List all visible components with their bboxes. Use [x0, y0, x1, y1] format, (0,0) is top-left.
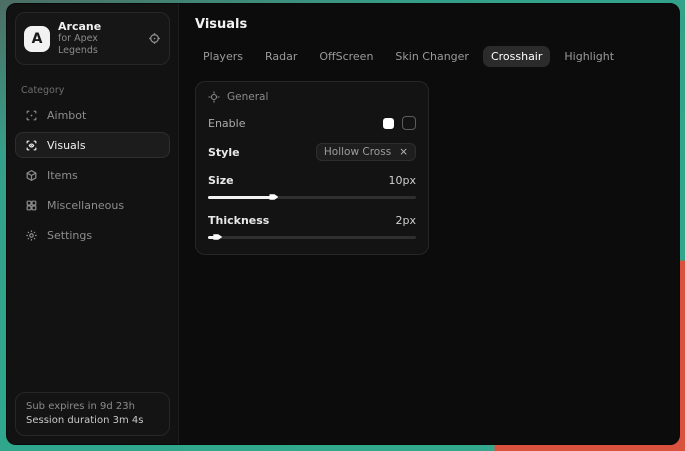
brand-title: Arcane	[58, 20, 140, 33]
main-panel: Visuals Players Radar OffScreen Skin Cha…	[179, 4, 679, 444]
size-row: Size 10px	[208, 174, 416, 187]
general-settings-card: General Enable Style Hollow Cross ×	[195, 81, 429, 255]
sidebar-item-miscellaneous[interactable]: Miscellaneous	[15, 192, 170, 218]
sidebar-item-items[interactable]: Items	[15, 162, 170, 188]
eye-scan-icon	[25, 139, 38, 152]
desktop-background: A Arcane for Apex Legends Category	[0, 0, 685, 451]
sidebar-item-label: Aimbot	[47, 109, 86, 122]
sidebar-nav: Aimbot Visuals Items Miscellaneous	[7, 102, 178, 248]
sub-expires-text: Sub expires in 9d 23h	[26, 400, 159, 414]
enable-checkbox[interactable]	[402, 116, 416, 130]
style-tag[interactable]: Hollow Cross ×	[316, 143, 416, 161]
subscription-status-box: Sub expires in 9d 23h Session duration 3…	[15, 392, 170, 436]
thickness-row: Thickness 2px	[208, 214, 416, 227]
sidebar-item-aimbot[interactable]: Aimbot	[15, 102, 170, 128]
session-duration-text: Session duration 3m 4s	[26, 414, 159, 428]
package-icon	[25, 169, 38, 182]
tab-bar: Players Radar OffScreen Skin Changer Cro…	[195, 46, 663, 67]
brand-header: A Arcane for Apex Legends	[15, 12, 170, 65]
scan-crosshair-icon	[25, 109, 38, 122]
brand-text: Arcane for Apex Legends	[58, 20, 140, 57]
size-label: Size	[208, 174, 234, 187]
sidebar-item-label: Visuals	[47, 139, 86, 152]
tab-skin-changer[interactable]: Skin Changer	[387, 46, 477, 67]
size-value: 10px	[389, 174, 417, 187]
style-value: Hollow Cross	[324, 146, 391, 158]
cheat-menu-window: A Arcane for Apex Legends Category	[6, 3, 680, 445]
category-label: Category	[21, 85, 164, 96]
thickness-label: Thickness	[208, 214, 269, 227]
thickness-slider[interactable]	[208, 233, 416, 241]
sidebar-item-label: Miscellaneous	[47, 199, 124, 212]
card-header: General	[208, 91, 416, 103]
sidebar: A Arcane for Apex Legends Category	[7, 4, 179, 444]
style-row: Style Hollow Cross ×	[208, 143, 416, 161]
sidebar-item-label: Settings	[47, 229, 92, 242]
card-header-label: General	[227, 91, 268, 103]
crosshair-icon	[208, 91, 220, 103]
enable-label: Enable	[208, 117, 245, 130]
sidebar-item-visuals[interactable]: Visuals	[15, 132, 170, 158]
size-slider-thumb[interactable]	[269, 193, 278, 201]
thickness-slider-thumb[interactable]	[213, 233, 222, 241]
gear-icon	[25, 229, 38, 242]
page-title: Visuals	[195, 17, 663, 32]
tab-offscreen[interactable]: OffScreen	[311, 46, 381, 67]
tab-highlight[interactable]: Highlight	[556, 46, 622, 67]
target-icon[interactable]	[148, 32, 161, 45]
remove-style-icon[interactable]: ×	[399, 146, 408, 158]
color-swatch[interactable]	[383, 118, 394, 129]
tab-radar[interactable]: Radar	[257, 46, 305, 67]
tab-crosshair[interactable]: Crosshair	[483, 46, 550, 67]
sidebar-item-label: Items	[47, 169, 78, 182]
enable-row: Enable	[208, 116, 416, 130]
sidebar-item-settings[interactable]: Settings	[15, 222, 170, 248]
size-slider-fill	[208, 196, 272, 199]
size-slider[interactable]	[208, 193, 416, 201]
thickness-value: 2px	[396, 214, 417, 227]
brand-subtitle: for Apex Legends	[58, 33, 140, 57]
grid-icon	[25, 199, 38, 212]
tab-players[interactable]: Players	[195, 46, 251, 67]
brand-logo: A	[24, 26, 50, 52]
style-label: Style	[208, 146, 240, 159]
